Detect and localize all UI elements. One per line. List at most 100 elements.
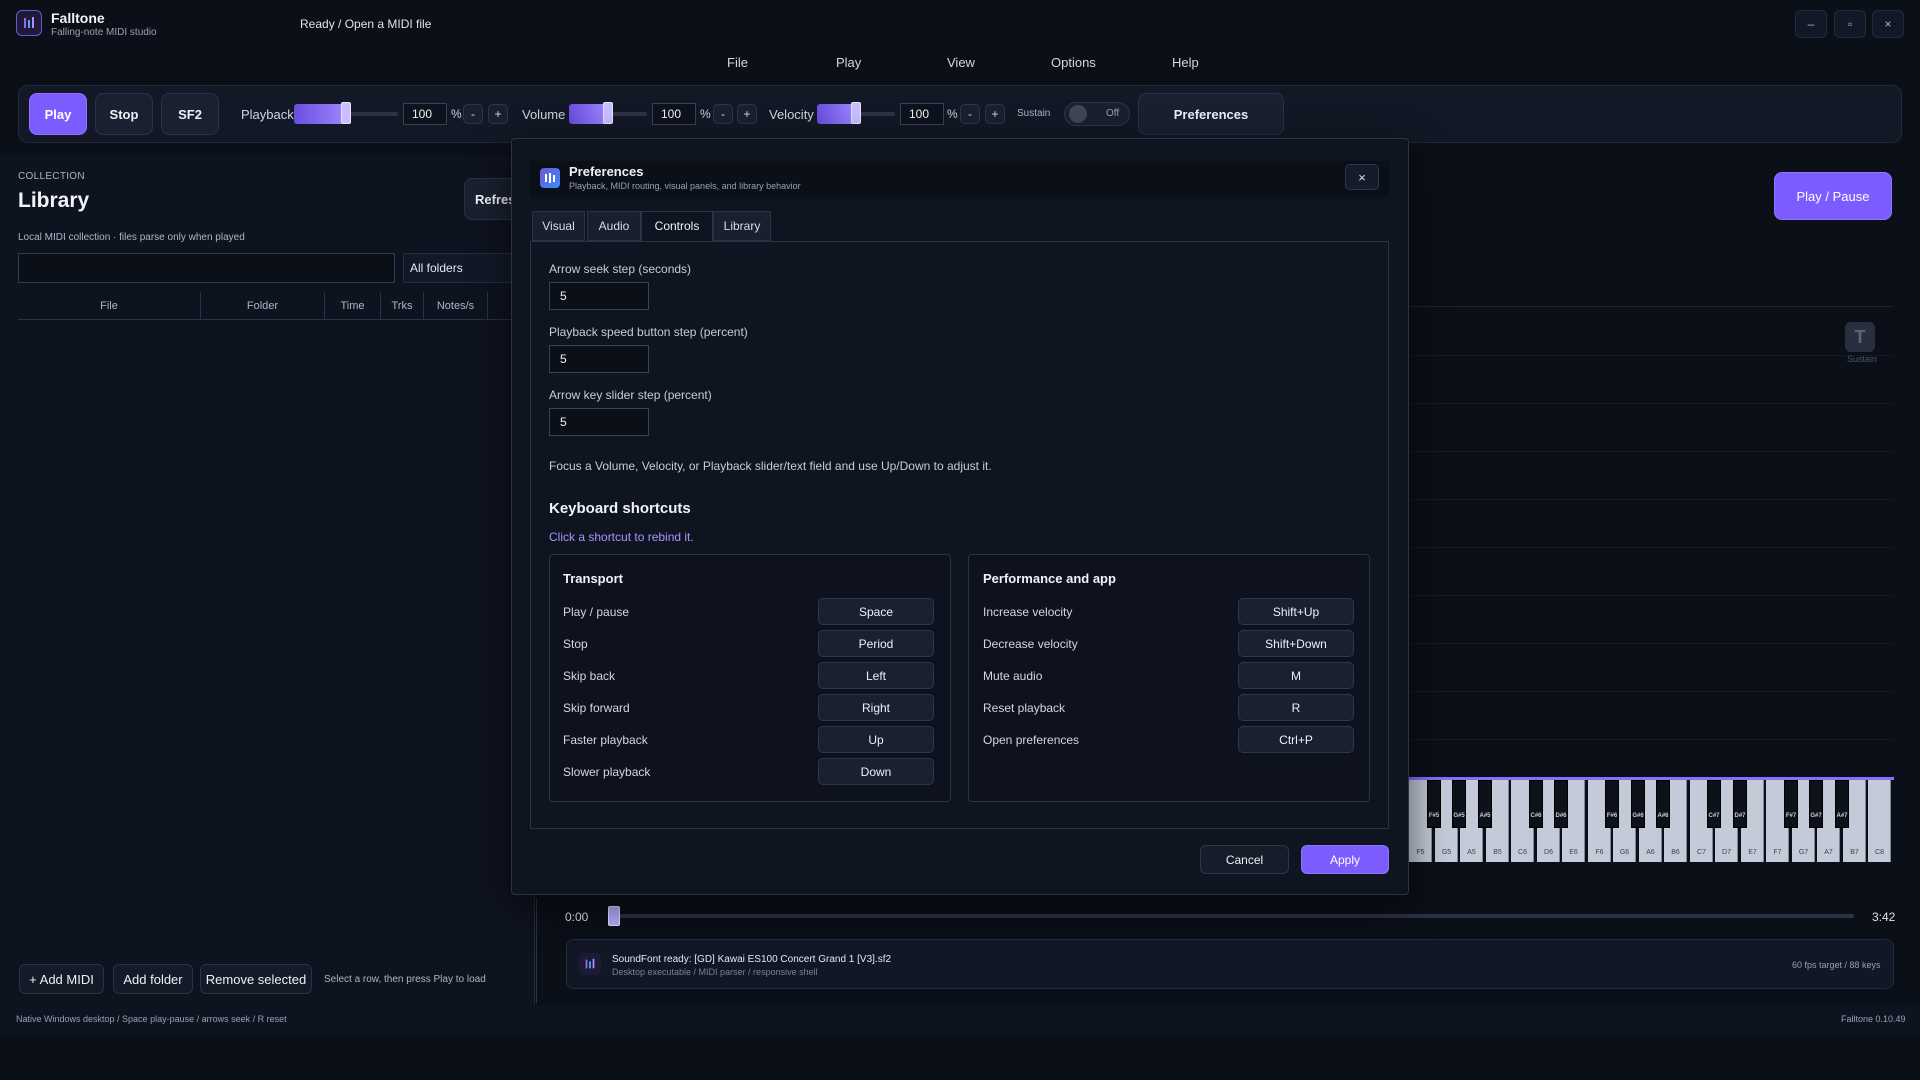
performance-shortcut-label: Increase velocity xyxy=(983,605,1073,619)
transport-shortcut-key-button[interactable]: Period xyxy=(818,630,934,657)
velocity-plus-button[interactable]: + xyxy=(985,104,1005,124)
menu-help[interactable]: Help xyxy=(1172,55,1199,70)
black-key-label: C#6 xyxy=(1530,813,1542,819)
white-key-label: D7 xyxy=(1722,849,1731,856)
seek-bar[interactable] xyxy=(612,914,1854,918)
black-key[interactable] xyxy=(1605,780,1619,828)
transport-shortcut-key-button[interactable]: Down xyxy=(818,758,934,785)
app-version: Falltone 0.10.49 xyxy=(1841,1014,1906,1024)
black-key[interactable] xyxy=(1631,780,1645,828)
playback-input[interactable]: 100 xyxy=(403,103,447,125)
black-key-label: F#6 xyxy=(1606,813,1618,819)
column-trks[interactable]: Trks xyxy=(381,292,424,319)
white-key-label: F6 xyxy=(1595,849,1604,856)
black-key-label: G#6 xyxy=(1632,813,1644,819)
black-key[interactable] xyxy=(1554,780,1568,828)
speed-step-label: Playback speed button step (percent) xyxy=(549,325,748,339)
close-window-button[interactable]: × xyxy=(1872,10,1904,38)
black-key[interactable] xyxy=(1427,780,1441,828)
menu-options[interactable]: Options xyxy=(1051,55,1096,70)
fps-info: 60 fps target / 88 keys xyxy=(1792,960,1881,970)
black-key-label: G#5 xyxy=(1453,813,1465,819)
volume-slider-thumb[interactable] xyxy=(603,102,613,124)
playback-slider-thumb[interactable] xyxy=(341,102,351,124)
volume-unit: % xyxy=(700,107,711,121)
volume-plus-button[interactable]: + xyxy=(737,104,757,124)
app-title: Falltone xyxy=(51,10,105,26)
performance-shortcut-key-button[interactable]: Ctrl+P xyxy=(1238,726,1354,753)
velocity-minus-button[interactable]: - xyxy=(960,104,980,124)
folder-filter-select[interactable]: All folders xyxy=(403,253,513,283)
playback-plus-button[interactable]: + xyxy=(488,104,508,124)
transport-shortcut-key-button[interactable]: Left xyxy=(818,662,934,689)
menu-file[interactable]: File xyxy=(727,55,748,70)
transport-shortcut-key-button[interactable]: Up xyxy=(818,726,934,753)
black-key[interactable] xyxy=(1529,780,1543,828)
cancel-button[interactable]: Cancel xyxy=(1200,845,1289,874)
transport-shortcut-key-button[interactable]: Right xyxy=(818,694,934,721)
white-key-label: A7 xyxy=(1824,849,1833,856)
column-folder[interactable]: Folder xyxy=(201,292,325,319)
velocity-input[interactable]: 100 xyxy=(900,103,944,125)
apply-button[interactable]: Apply xyxy=(1301,845,1389,874)
menu-play[interactable]: Play xyxy=(836,55,861,70)
add-midi-button[interactable]: + Add MIDI xyxy=(19,964,104,994)
transport-shortcut-key-button[interactable]: Space xyxy=(818,598,934,625)
app-logo-icon xyxy=(579,953,601,975)
seek-step-input[interactable]: 5 xyxy=(549,282,649,310)
white-key-label: F7 xyxy=(1773,849,1782,856)
transport-shortcut-label: Play / pause xyxy=(563,605,630,619)
transport-shortcut-label: Skip back xyxy=(563,669,616,683)
black-key[interactable] xyxy=(1452,780,1466,828)
seek-thumb[interactable] xyxy=(608,906,620,926)
play-pause-button[interactable]: Play / Pause xyxy=(1774,172,1892,220)
tab-library[interactable]: Library xyxy=(713,211,771,241)
tab-controls[interactable]: Controls xyxy=(641,211,713,241)
velocity-unit: % xyxy=(947,107,958,121)
black-key[interactable] xyxy=(1707,780,1721,828)
add-folder-button[interactable]: Add folder xyxy=(113,964,193,994)
speed-step-input[interactable]: 5 xyxy=(549,345,649,373)
library-search-input[interactable] xyxy=(18,253,395,283)
playback-label: Playback xyxy=(241,107,294,122)
play-button[interactable]: Play xyxy=(29,93,87,135)
library-title: Library xyxy=(18,189,90,212)
black-key[interactable] xyxy=(1656,780,1670,828)
remove-selected-button[interactable]: Remove selected xyxy=(200,964,312,994)
preferences-button[interactable]: Preferences xyxy=(1138,93,1284,135)
tab-visual[interactable]: Visual xyxy=(532,211,585,241)
black-key[interactable] xyxy=(1733,780,1747,828)
preferences-icon xyxy=(540,168,560,188)
velocity-slider-thumb[interactable] xyxy=(851,102,861,124)
black-key[interactable] xyxy=(1478,780,1492,828)
performance-shortcut-key-button[interactable]: Shift+Down xyxy=(1238,630,1354,657)
performance-shortcut-key-button[interactable]: M xyxy=(1238,662,1354,689)
performance-shortcut-key-button[interactable]: R xyxy=(1238,694,1354,721)
divider xyxy=(536,898,537,1003)
white-key-label: E7 xyxy=(1748,849,1757,856)
stop-button[interactable]: Stop xyxy=(95,93,153,135)
white-key-label: G6 xyxy=(1619,849,1630,856)
sustain-label: Sustain xyxy=(1017,108,1051,119)
menu-view[interactable]: View xyxy=(947,55,975,70)
black-key[interactable] xyxy=(1809,780,1823,828)
black-key[interactable] xyxy=(1784,780,1798,828)
volume-minus-button[interactable]: - xyxy=(713,104,733,124)
volume-input[interactable]: 100 xyxy=(652,103,696,125)
tab-audio[interactable]: Audio xyxy=(587,211,641,241)
black-key-label: C#7 xyxy=(1708,813,1720,819)
sf2-button[interactable]: SF2 xyxy=(161,93,219,135)
performance-shortcut-label: Reset playback xyxy=(983,701,1066,715)
dialog-close-button[interactable]: × xyxy=(1345,164,1379,190)
minimize-button[interactable]: – xyxy=(1795,10,1827,38)
black-key[interactable] xyxy=(1835,780,1849,828)
maximize-button[interactable]: ▫ xyxy=(1834,10,1866,38)
column-time[interactable]: Time xyxy=(325,292,381,319)
column-notes-per-sec[interactable]: Notes/s xyxy=(424,292,488,319)
performance-shortcut-key-button[interactable]: Shift+Up xyxy=(1238,598,1354,625)
time-current: 0:00 xyxy=(565,910,589,924)
playback-minus-button[interactable]: - xyxy=(463,104,483,124)
slider-step-input[interactable]: 5 xyxy=(549,408,649,436)
title-bar xyxy=(0,0,1920,46)
column-file[interactable]: File xyxy=(18,292,201,319)
